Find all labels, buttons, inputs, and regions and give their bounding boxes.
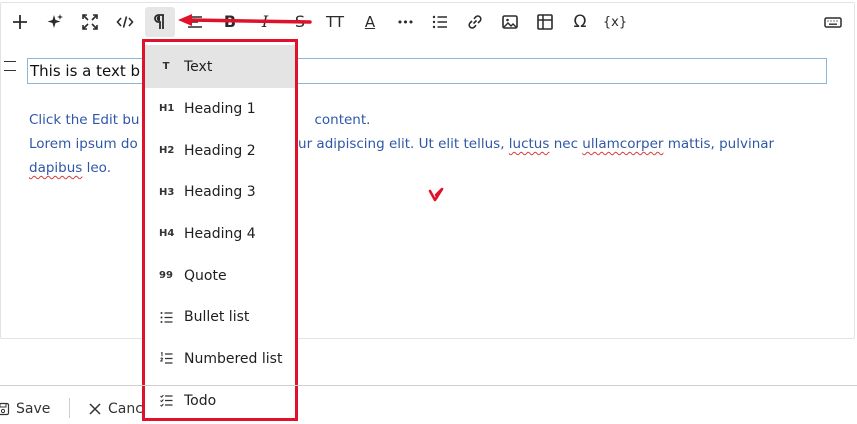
add-icon[interactable] (5, 7, 35, 37)
heading-2-icon: H2 (159, 145, 175, 157)
body-line-2-part-4: mattis, pulvinar (667, 136, 775, 152)
body-line-2-part-2: tur adipiscing elit. Ut elit tellus, (292, 136, 505, 152)
menu-item-quote[interactable]: 99 Quote (145, 255, 295, 297)
menu-item-label: Text (184, 58, 213, 75)
cancel-button[interactable]: Canc (88, 400, 143, 418)
body-line-1-part-1: Click the Edit bu (29, 112, 140, 128)
list-icon[interactable] (425, 7, 455, 37)
font-color-icon[interactable]: A (355, 7, 385, 37)
body-line-2-part-3: nec (553, 136, 578, 152)
fullscreen-icon[interactable] (75, 7, 105, 37)
menu-item-heading-1[interactable]: H1 Heading 1 (145, 88, 295, 130)
menu-item-bullet-list[interactable]: Bullet list (145, 296, 295, 338)
close-icon (89, 403, 101, 415)
save-label: Save (16, 401, 51, 417)
numbered-list-icon (159, 352, 173, 365)
annotation-check-icon (428, 187, 444, 202)
body-line-1-part-2: content. (314, 112, 371, 128)
body-line-2-part-1: Lorem ipsum do (29, 136, 138, 152)
heading-3-icon: H3 (159, 186, 175, 198)
menu-item-heading-2[interactable]: H2 Heading 2 (145, 130, 295, 172)
save-button[interactable]: Save (0, 400, 50, 418)
ai-sparkle-icon[interactable] (40, 7, 70, 37)
menu-item-label: Heading 1 (184, 100, 256, 117)
menu-item-label: Bullet list (184, 309, 250, 326)
keyboard-icon[interactable] (818, 7, 848, 37)
drag-handle-icon[interactable] (4, 61, 16, 71)
menu-item-label: Quote (184, 267, 227, 284)
menu-item-label: Heading 3 (184, 184, 256, 201)
menu-item-text[interactable]: T Text (145, 45, 295, 88)
menu-item-label: Numbered list (184, 350, 283, 367)
spelling-error-word: dapibus (29, 160, 83, 176)
table-icon[interactable] (530, 7, 560, 37)
menu-item-heading-4[interactable]: H4 Heading 4 (145, 213, 295, 255)
menu-item-label: Heading 4 (184, 225, 256, 242)
variable-icon[interactable]: {x} (600, 7, 630, 37)
heading-1-icon: H1 (159, 103, 175, 115)
editor-footer: Save Canc (0, 385, 857, 424)
special-char-icon[interactable]: Ω (565, 7, 595, 37)
menu-item-label: Heading 2 (184, 142, 256, 159)
paragraph-icon[interactable] (145, 7, 175, 37)
cancel-label: Canc (108, 401, 143, 417)
body-line-3-part: leo. (86, 160, 111, 176)
footer-divider (69, 398, 70, 418)
text-size-icon[interactable]: TT (320, 7, 350, 37)
save-icon (0, 402, 10, 416)
menu-item-heading-3[interactable]: H3 Heading 3 (145, 171, 295, 213)
code-icon[interactable] (110, 7, 140, 37)
bullet-list-icon (159, 311, 173, 324)
quote-icon: 99 (159, 270, 173, 282)
heading-4-icon: H4 (159, 228, 175, 240)
editor-toolbar: B I S TT A ••• Ω {x} (0, 0, 857, 42)
text-icon: T (162, 61, 170, 72)
image-icon[interactable] (495, 7, 525, 37)
annotation-arrow (178, 14, 312, 26)
link-icon[interactable] (460, 7, 490, 37)
block-type-menu: T Text H1 Heading 1 H2 Heading 2 H3 Head… (142, 39, 298, 421)
menu-item-numbered-list[interactable]: Numbered list (145, 338, 295, 380)
spelling-error-word: ullamcorper (582, 136, 664, 152)
more-icon[interactable]: ••• (390, 7, 420, 37)
spelling-error-word: luctus (508, 136, 550, 152)
